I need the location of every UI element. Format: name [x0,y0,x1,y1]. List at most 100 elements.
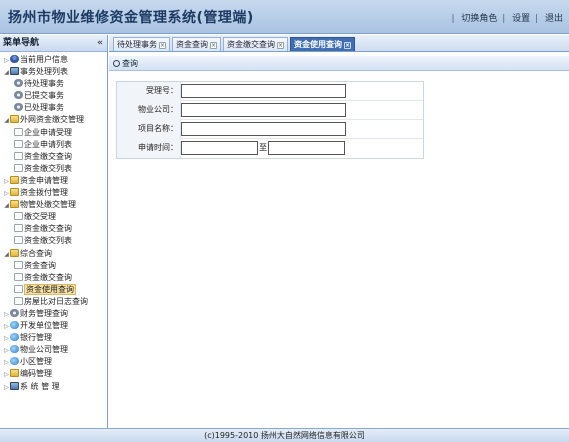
tab[interactable]: 资金查询 × [172,37,221,51]
pc-icon [10,67,19,76]
sidebar-item[interactable]: 缴交受理 [0,211,107,223]
tab[interactable]: 资金使用查询 × [290,37,355,51]
sidebar-item-label: 当前用户信息 [20,55,68,64]
settings-link[interactable]: 设置 [512,14,530,24]
project-name-input[interactable] [181,122,346,136]
tree-collapsed-icon[interactable]: ▷ [3,382,10,394]
sidebar-item-label: 资金查询 [24,260,56,270]
pc-icon [10,381,19,390]
page-icon [14,296,23,305]
sidebar-item[interactable]: ◢ 事务处理列表 [0,66,107,78]
tab-label: 待处理事务 [117,40,157,49]
sidebar-item[interactable]: ▷ 银行管理 [0,332,107,344]
sidebar-item[interactable]: ▷ 小区管理 [0,356,107,368]
sidebar-item[interactable]: ▷ 开发单位管理 [0,320,107,332]
form-row-property-company: 物业公司： [117,101,423,120]
query-panel-header: 查询 [109,56,569,71]
sidebar-item[interactable]: 资金缴交查询 [0,151,107,163]
sidebar-item[interactable]: ◢ 物管处缴交管理 [0,199,107,211]
sidebar-item[interactable]: 资金缴交查询 [0,223,107,235]
sidebar-item-label: 企业申请受理 [24,127,72,137]
sidebar-item[interactable]: 房屋比对日志查询 [0,296,107,308]
double-chevron-left-icon[interactable]: « [97,35,103,52]
page-icon [14,127,23,136]
sidebar-item-label: 开发单位管理 [20,321,68,331]
sidebar-item-label: 已处理事务 [24,103,64,113]
close-icon[interactable]: × [344,42,351,49]
sidebar-item[interactable]: ▷ 物业公司管理 [0,344,107,356]
sidebar-item-label: 系 统 管 理 [20,381,60,391]
apply-date-to-input[interactable] [268,141,345,155]
folder-icon [10,369,19,378]
sidebar-item-label: 物业公司管理 [20,345,68,355]
switch-role-link[interactable]: 切换角色 [461,14,497,24]
sidebar-item[interactable]: ▷ 财务管理查询 [0,308,107,320]
sidebar-item-label: 资金使用查询 [24,283,76,295]
form-row-acceptance-no: 受理号： [117,82,423,101]
globe-icon [10,321,19,330]
globe-icon [10,357,19,366]
close-icon[interactable]: × [277,42,284,49]
sidebar-item-label: 待处理事务 [24,79,64,89]
sidebar-item[interactable]: ▷ 资金拨付管理 [0,187,107,199]
sidebar-item-label: 事务处理列表 [20,67,68,77]
sidebar-item-label: 小区管理 [20,357,52,367]
user-icon [10,55,19,63]
form-row-apply-date: 申请时间： 至 [117,139,423,158]
sidebar-item[interactable]: 资金缴交列表 [0,163,107,175]
sidebar-item[interactable]: 企业申请列表 [0,139,107,151]
apply-date-label: 申请时间： [117,139,181,158]
sidebar-item[interactable]: ▷ 当前用户信息 [0,54,107,66]
sidebar-item[interactable]: 待处理事务 [0,78,107,90]
sidebar-item-label: 已提交事务 [24,91,64,101]
query-form: 受理号： 物业公司： 项目名称： 申请时间： 至 [116,81,424,159]
page-icon [14,236,23,245]
sidebar-item[interactable]: ▷ 资金申请管理 [0,175,107,187]
sidebar-item-label: 编码管理 [20,369,52,379]
sidebar-item-label: 物管处缴交管理 [20,200,76,210]
sidebar-item[interactable]: 企业申请受理 [0,127,107,139]
acceptance-no-input[interactable] [181,84,346,98]
sidebar-item[interactable]: 资金缴交列表 [0,235,107,247]
sidebar-item-label: 房屋比对日志查询 [24,296,88,306]
footer: (c)1995-2010 扬州大自然网络信息有限公司 [0,428,569,442]
sidebar-item[interactable]: 资金缴交查询 [0,272,107,284]
form-row-project-name: 项目名称： [117,120,423,139]
sidebar-item[interactable]: 已提交事务 [0,90,107,102]
tab-bar: 待处理事务 × 资金查询 × 资金缴交查询 × 资金使用查询 × [109,35,569,52]
page-icon [14,212,23,221]
sidebar-item[interactable]: 已处理事务 [0,102,107,114]
close-icon[interactable]: × [210,42,217,49]
property-company-input[interactable] [181,103,346,117]
close-icon[interactable]: × [159,42,166,49]
sidebar-item[interactable]: 资金查询 [0,260,107,272]
page-icon [14,139,23,148]
tab[interactable]: 资金缴交查询 × [223,37,288,51]
sidebar-item-label: 财务管理查询 [20,308,68,318]
tab-label: 资金查询 [176,40,208,49]
sidebar-item-label: 资金缴交查询 [24,224,72,234]
tab[interactable]: 待处理事务 × [113,37,170,51]
sidebar-item[interactable]: ◢ 外网资金缴交管理 [0,114,107,126]
sidebar-item[interactable]: ◢ 综合查询 [0,248,107,260]
page-icon [14,163,23,172]
sidebar-item-label: 缴交受理 [24,212,56,222]
logout-link[interactable]: 退出 [545,14,563,24]
date-range-separator: 至 [259,143,267,152]
search-icon [113,60,120,67]
sidebar-item[interactable]: ▷ 系 统 管 理 [0,381,107,393]
app-header: 扬州市物业维修资金管理系统(管理端) | 切换角色 | 设置 | 退出 [0,0,569,34]
sidebar-item-label: 资金缴交列表 [24,163,72,173]
sidebar: 菜单导航 « ▷ 当前用户信息 ◢ 事务处理列表 待处理事务 已提交事务 已处理事务 ◢ 外网资… [0,35,108,428]
sidebar-item-label: 资金缴交列表 [24,236,72,246]
globe-icon [10,345,19,354]
page-icon [14,224,23,233]
sidebar-item[interactable]: 资金使用查询 [0,283,107,296]
apply-date-from-input[interactable] [181,141,258,155]
project-name-label: 项目名称： [117,120,181,139]
sidebar-item-label: 资金申请管理 [20,175,68,185]
panel-title: 查询 [122,59,138,68]
header-links: | 切换角色 | 设置 | 退出 [451,14,563,24]
sidebar-item-label: 企业申请列表 [24,139,72,149]
sidebar-item[interactable]: ▷ 编码管理 [0,368,107,380]
